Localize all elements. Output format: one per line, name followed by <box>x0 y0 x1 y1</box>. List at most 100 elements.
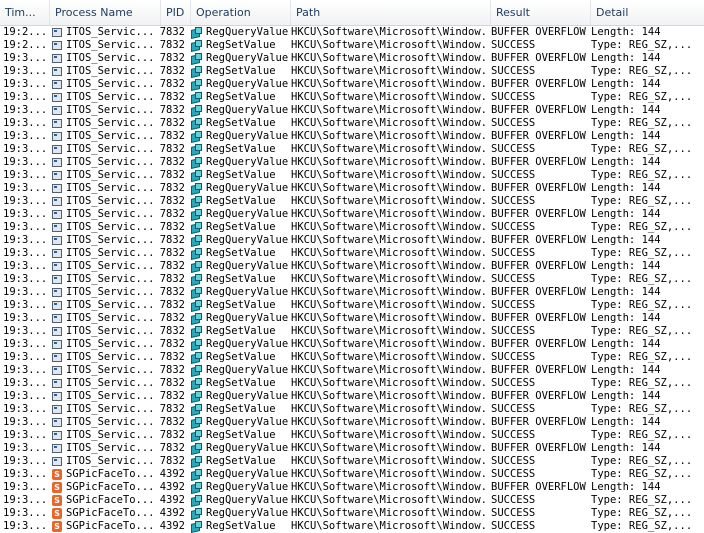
operation-cell: RegQueryValue <box>206 364 289 376</box>
table-row[interactable]: 19:3... ITOS_Servic... 7832 RegQueryValue HK… <box>0 104 704 117</box>
table-row[interactable]: 19:3... S SGPicFaceTo... 4392 RegQueryValue H… <box>0 507 704 520</box>
operation-cell: RegQueryValue <box>206 26 289 38</box>
process-icon-cell: S <box>52 507 64 520</box>
column-header-path[interactable]: Path <box>291 0 491 25</box>
result-cell: SUCCESS <box>491 169 536 181</box>
result-cell: BUFFER OVERFLOW <box>491 26 586 38</box>
table-row[interactable]: 19:3... ITOS_Servic... 7832 RegQueryValue HK… <box>0 52 704 65</box>
table-row[interactable]: 19:2... ITOS_Servic... 7832 RegQueryValue HK… <box>0 26 704 39</box>
pid-cell: 7832 <box>159 65 185 77</box>
process-icon-cell: S <box>52 520 64 533</box>
application-icon <box>52 379 62 388</box>
process-icon-cell: S <box>52 494 64 507</box>
table-row[interactable]: 19:3... ITOS_Servic... 7832 RegQueryValue HK… <box>0 312 704 325</box>
registry-icon <box>190 508 203 520</box>
table-row[interactable]: 19:3... ITOS_Servic... 7832 RegSetValue HKCU… <box>0 247 704 260</box>
table-row[interactable]: 19:3... ITOS_Servic... 7832 RegQueryValue HK… <box>0 208 704 221</box>
result-cell: BUFFER OVERFLOW <box>491 78 586 90</box>
table-row[interactable]: 19:3... ITOS_Servic... 7832 RegSetValue HKCU… <box>0 91 704 104</box>
path-cell: HKCU\Software\Microsoft\Window... <box>291 234 488 246</box>
table-row[interactable]: 19:3... ITOS_Servic... 7832 RegSetValue HKCU… <box>0 195 704 208</box>
table-row[interactable]: 19:3... S SGPicFaceTo... 4392 RegQueryValue H… <box>0 481 704 494</box>
operation-icon-cell <box>190 429 204 442</box>
detail-cell: Length: 144 <box>591 442 661 454</box>
table-row[interactable]: 19:2... ITOS_Servic... 7832 RegSetValue HKCU… <box>0 39 704 52</box>
table-row[interactable]: 19:3... ITOS_Servic... 7832 RegQueryValue HK… <box>0 286 704 299</box>
registry-icon <box>190 183 203 195</box>
table-row[interactable]: 19:3... ITOS_Servic... 7832 RegQueryValue HK… <box>0 130 704 143</box>
table-row[interactable]: 19:3... ITOS_Servic... 7832 RegQueryValue HK… <box>0 416 704 429</box>
table-row[interactable]: 19:3... ITOS_Servic... 7832 RegSetValue HKCU… <box>0 273 704 286</box>
table-row[interactable]: 19:3... S SGPicFaceTo... 4392 RegQueryValue H… <box>0 494 704 507</box>
column-header-detail[interactable]: Detail <box>591 0 704 25</box>
path-cell: HKCU\Software\Microsoft\Window... <box>291 130 488 142</box>
column-header-process-name[interactable]: Process Name <box>50 0 161 25</box>
table-row[interactable]: 19:3... ITOS_Servic... 7832 RegQueryValue HK… <box>0 442 704 455</box>
time-cell: 19:3... <box>3 429 48 441</box>
sogou-app-icon: S <box>52 508 62 519</box>
path-cell: HKCU\Software\Microsoft\Window... <box>291 520 488 532</box>
operation-cell: RegQueryValue <box>206 208 289 220</box>
column-header-pid[interactable]: PID <box>161 0 191 25</box>
table-row[interactable]: 19:3... ITOS_Servic... 7832 RegSetValue HKCU… <box>0 65 704 78</box>
table-row[interactable]: 19:3... ITOS_Servic... 7832 RegQueryValue HK… <box>0 182 704 195</box>
table-row[interactable]: 19:3... ITOS_Servic... 7832 RegSetValue HKCU… <box>0 221 704 234</box>
time-cell: 19:3... <box>3 286 48 298</box>
pid-cell: 7832 <box>159 403 185 415</box>
registry-icon <box>190 365 203 377</box>
detail-cell: Length: 144 <box>591 234 661 246</box>
operation-cell: RegQueryValue <box>206 104 289 116</box>
table-row[interactable]: 19:3... ITOS_Servic... 7832 RegQueryValue HK… <box>0 364 704 377</box>
operation-cell: RegSetValue <box>206 299 276 311</box>
table-row[interactable]: 19:3... ITOS_Servic... 7832 RegSetValue HKCU… <box>0 403 704 416</box>
table-row[interactable]: 19:3... ITOS_Servic... 7832 RegSetValue HKCU… <box>0 455 704 468</box>
table-row[interactable]: 19:3... ITOS_Servic... 7832 RegQueryValue HK… <box>0 234 704 247</box>
table-row[interactable]: 19:3... ITOS_Servic... 7832 RegSetValue HKCU… <box>0 429 704 442</box>
pid-cell: 7832 <box>159 351 185 363</box>
event-list: 19:2... ITOS_Servic... 7832 RegQueryValue HK… <box>0 26 704 533</box>
table-row[interactable]: 19:3... ITOS_Servic... 7832 RegQueryValue HK… <box>0 390 704 403</box>
table-row[interactable]: 19:3... S SGPicFaceTo... 4392 RegQueryValue H… <box>0 468 704 481</box>
time-cell: 19:3... <box>3 52 48 64</box>
detail-cell: Type: REG_SZ,... <box>591 65 693 77</box>
table-row[interactable]: 19:3... ITOS_Servic... 7832 RegSetValue HKCU… <box>0 351 704 364</box>
application-icon <box>52 158 62 167</box>
time-cell: 19:3... <box>3 494 48 506</box>
table-row[interactable]: 19:3... ITOS_Servic... 7832 RegSetValue HKCU… <box>0 117 704 130</box>
column-header-time[interactable]: Tim... <box>0 0 50 25</box>
table-row[interactable]: 19:3... ITOS_Servic... 7832 RegSetValue HKCU… <box>0 325 704 338</box>
detail-cell: Length: 144 <box>591 26 661 38</box>
process-icon-cell <box>52 91 64 104</box>
table-row[interactable]: 19:3... ITOS_Servic... 7832 RegSetValue HKCU… <box>0 143 704 156</box>
table-row[interactable]: 19:3... S SGPicFaceTo... 4392 RegSetValue HKC… <box>0 520 704 533</box>
detail-cell: Type: REG_SZ,... <box>591 325 693 337</box>
table-row[interactable]: 19:3... ITOS_Servic... 7832 RegSetValue HKCU… <box>0 377 704 390</box>
column-header-operation[interactable]: Operation <box>191 0 291 25</box>
table-row[interactable]: 19:3... ITOS_Servic... 7832 RegQueryValue HK… <box>0 156 704 169</box>
process-name-cell: ITOS_Servic... <box>66 130 155 142</box>
process-icon-cell <box>52 143 64 156</box>
sogou-app-icon: S <box>52 482 62 493</box>
process-name-cell: SGPicFaceTo... <box>66 520 155 532</box>
time-cell: 19:3... <box>3 104 48 116</box>
table-row[interactable]: 19:3... ITOS_Servic... 7832 RegQueryValue HK… <box>0 78 704 91</box>
detail-cell: Length: 144 <box>591 286 661 298</box>
time-cell: 19:3... <box>3 234 48 246</box>
table-row[interactable]: 19:3... ITOS_Servic... 7832 RegQueryValue HK… <box>0 338 704 351</box>
table-row[interactable]: 19:3... ITOS_Servic... 7832 RegSetValue HKCU… <box>0 299 704 312</box>
detail-cell: Length: 144 <box>591 390 661 402</box>
process-name-cell: ITOS_Servic... <box>66 325 155 337</box>
path-cell: HKCU\Software\Microsoft\Window... <box>291 39 488 51</box>
process-icon-cell <box>52 104 64 117</box>
table-row[interactable]: 19:3... ITOS_Servic... 7832 RegQueryValue HK… <box>0 260 704 273</box>
operation-icon-cell <box>190 390 204 403</box>
table-row[interactable]: 19:3... ITOS_Servic... 7832 RegSetValue HKCU… <box>0 169 704 182</box>
time-cell: 19:3... <box>3 390 48 402</box>
path-cell: HKCU\Software\Microsoft\Window... <box>291 429 488 441</box>
result-cell: SUCCESS <box>491 65 536 77</box>
column-header-result[interactable]: Result <box>491 0 591 25</box>
detail-cell: Type: REG_SZ,... <box>591 494 693 506</box>
operation-icon-cell <box>190 195 204 208</box>
time-cell: 19:3... <box>3 247 48 259</box>
path-cell: HKCU\Software\Microsoft\Window... <box>291 221 488 233</box>
